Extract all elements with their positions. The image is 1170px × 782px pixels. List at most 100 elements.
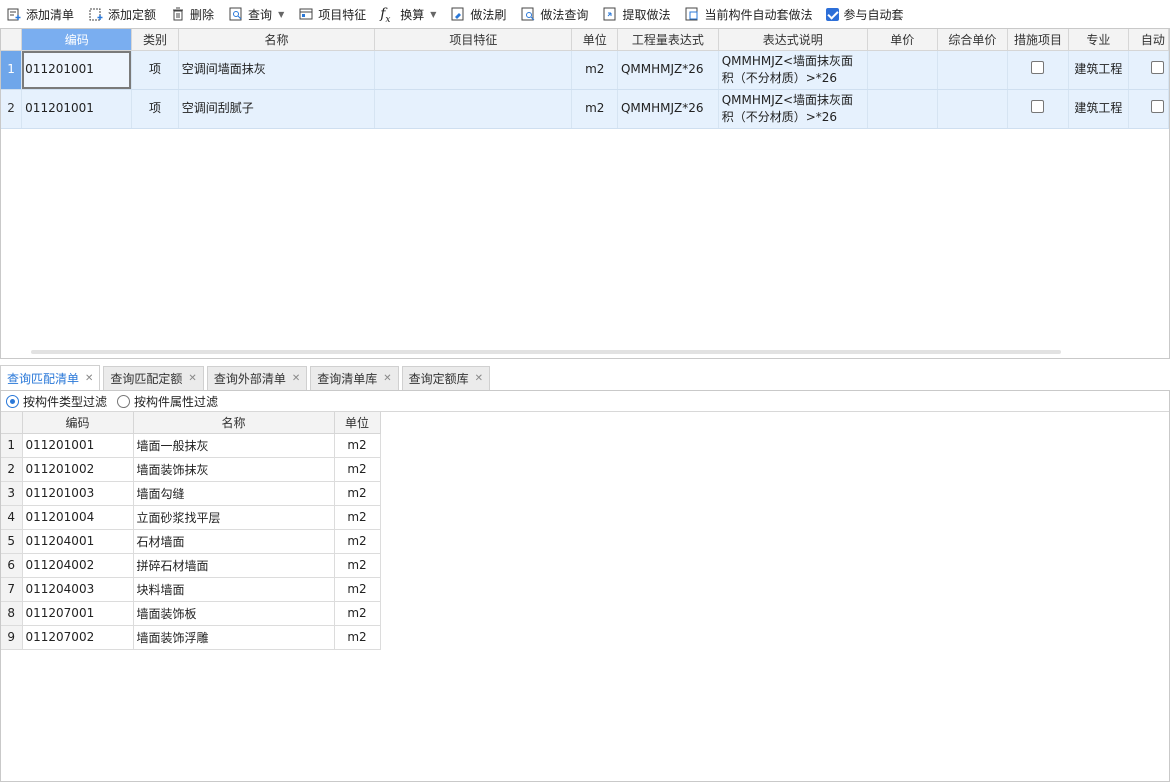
table-row[interactable]: 8 011207001 墙面装饰板 m2 — [1, 601, 381, 626]
close-icon[interactable]: ✕ — [188, 373, 196, 384]
cell-unit[interactable]: m2 — [334, 457, 381, 482]
measure-checkbox[interactable] — [1031, 60, 1045, 74]
cell-unit[interactable]: m2 — [334, 625, 381, 650]
cell-unit[interactable]: m2 — [334, 481, 381, 506]
delete-button[interactable]: 删除 — [170, 3, 222, 25]
cell-unit[interactable]: m2 — [571, 50, 618, 90]
cell-unit[interactable]: m2 — [334, 529, 381, 554]
cell-expr[interactable]: QMMHMJZ*26 — [617, 89, 719, 129]
cell-measure[interactable] — [1007, 89, 1069, 129]
cell-price[interactable] — [867, 50, 938, 90]
col-header-type[interactable]: 类别 — [131, 29, 179, 51]
cell-name[interactable]: 空调间刮腻子 — [178, 89, 376, 129]
cell-code[interactable]: 011207002 — [22, 625, 134, 650]
cell-expr[interactable]: QMMHMJZ*26 — [617, 50, 719, 90]
row-number[interactable]: 2 — [1, 89, 23, 129]
cell-code[interactable]: 011201004 — [22, 505, 134, 530]
method-query-button[interactable]: 做法查询 — [520, 3, 596, 25]
col-header-unit[interactable]: 单位 — [334, 412, 381, 434]
cell-code[interactable]: 011207001 — [22, 601, 134, 626]
close-icon[interactable]: ✕ — [85, 373, 93, 384]
table-row[interactable]: 9 011207002 墙面装饰浮雕 m2 — [1, 625, 381, 650]
col-header-major[interactable]: 专业 — [1068, 29, 1129, 51]
col-header-code[interactable]: 编码 — [22, 412, 134, 434]
col-header-desc[interactable]: 表达式说明 — [718, 29, 868, 51]
cell-name[interactable]: 石材墙面 — [133, 529, 335, 554]
tab-match-quota[interactable]: 查询匹配定额 ✕ — [103, 366, 204, 390]
cell-code[interactable]: 011201001 — [21, 89, 133, 129]
cell-major[interactable]: 建筑工程 — [1068, 50, 1129, 90]
convert-dropdown-icon[interactable]: ▼ — [430, 10, 436, 19]
cell-unit[interactable]: m2 — [334, 553, 381, 578]
horizontal-scrollbar[interactable] — [31, 350, 1061, 354]
auto-checkbox[interactable] — [1150, 99, 1164, 113]
col-header-name[interactable]: 名称 — [178, 29, 376, 51]
cell-name[interactable]: 块料墙面 — [133, 577, 335, 602]
cell-unit[interactable]: m2 — [571, 89, 618, 129]
cell-unit[interactable]: m2 — [334, 433, 381, 458]
filter-by-type-label[interactable]: 按构件类型过滤 — [23, 393, 107, 410]
query-dropdown-icon[interactable]: ▼ — [278, 10, 284, 19]
col-header-unit[interactable]: 单位 — [571, 29, 618, 51]
cell-name[interactable]: 立面砂浆找平层 — [133, 505, 335, 530]
cell-name[interactable]: 墙面装饰抹灰 — [133, 457, 335, 482]
table-row[interactable]: 2 011201001 项 空调间刮腻子 m2 QMMHMJZ*26 QMMHM… — [1, 89, 1169, 129]
convert-button[interactable]: fx 换算 ▼ — [380, 3, 444, 25]
col-header-measure[interactable]: 措施项目 — [1007, 29, 1069, 51]
tab-external-list[interactable]: 查询外部清单 ✕ — [206, 366, 308, 390]
tab-match-list[interactable]: 查询匹配清单 ✕ — [0, 365, 101, 390]
cell-name[interactable]: 墙面装饰板 — [133, 601, 335, 626]
cell-name[interactable]: 墙面一般抹灰 — [133, 433, 335, 458]
cell-comp-price[interactable] — [937, 50, 1009, 90]
cell-major[interactable]: 建筑工程 — [1068, 89, 1129, 129]
tab-quota-library[interactable]: 查询定额库 ✕ — [401, 366, 491, 390]
close-icon[interactable]: ✕ — [475, 373, 483, 384]
col-header-expr[interactable]: 工程量表达式 — [617, 29, 719, 51]
cell-type[interactable]: 项 — [131, 50, 179, 90]
cell-type[interactable]: 项 — [131, 89, 179, 129]
row-number[interactable]: 1 — [1, 50, 23, 90]
extract-method-button[interactable]: 提取做法 — [602, 3, 678, 25]
cell-unit[interactable]: m2 — [334, 601, 381, 626]
cell-unit[interactable]: m2 — [334, 577, 381, 602]
cell-unit[interactable]: m2 — [334, 505, 381, 530]
cell-measure[interactable] — [1007, 50, 1069, 90]
cell-comp-price[interactable] — [937, 89, 1009, 129]
cell-desc[interactable]: QMMHMJZ<墙面抹灰面 积（不分材质）>*26 — [718, 89, 868, 129]
join-auto-checkbox[interactable]: 参与自动套 — [826, 6, 903, 23]
join-auto-check-icon[interactable] — [826, 7, 840, 21]
measure-checkbox[interactable] — [1031, 99, 1045, 113]
close-icon[interactable]: ✕ — [292, 373, 300, 384]
cell-name[interactable]: 墙面装饰浮雕 — [133, 625, 335, 650]
method-brush-button[interactable]: 做法刷 — [450, 3, 514, 25]
table-row[interactable]: 6 011204002 拼碎石材墙面 m2 — [1, 553, 381, 578]
cell-code[interactable]: 011204002 — [22, 553, 134, 578]
cell-code[interactable]: 011201001 — [22, 433, 134, 458]
close-icon[interactable]: ✕ — [383, 373, 391, 384]
cell-code[interactable]: 011204001 — [22, 529, 134, 554]
auto-apply-button[interactable]: 当前构件自动套做法 — [684, 3, 820, 25]
cell-name[interactable]: 拼碎石材墙面 — [133, 553, 335, 578]
cell-code[interactable]: 011204003 — [22, 577, 134, 602]
table-row[interactable]: 1 011201001 墙面一般抹灰 m2 — [1, 433, 381, 458]
cell-name[interactable]: 空调间墙面抹灰 — [178, 50, 376, 90]
cell-price[interactable] — [867, 89, 938, 129]
tab-list-library[interactable]: 查询清单库 ✕ — [310, 366, 399, 390]
table-row[interactable]: 1 011201001 项 空调间墙面抹灰 m2 QMMHMJZ*26 QMMH… — [1, 50, 1169, 90]
table-row[interactable]: 7 011204003 块料墙面 m2 — [1, 577, 381, 602]
cell-code[interactable]: 011201001 — [21, 50, 133, 90]
auto-checkbox[interactable] — [1150, 60, 1164, 74]
col-header-auto[interactable]: 自动 — [1128, 29, 1169, 51]
col-header-name[interactable]: 名称 — [133, 412, 335, 434]
cell-name[interactable]: 墙面勾缝 — [133, 481, 335, 506]
cell-code[interactable]: 011201002 — [22, 457, 134, 482]
item-feature-button[interactable]: 项目特征 — [298, 3, 374, 25]
filter-by-attr-label[interactable]: 按构件属性过滤 — [134, 393, 218, 410]
col-header-code[interactable]: 编码 — [21, 29, 133, 51]
cell-desc[interactable]: QMMHMJZ<墙面抹灰面 积（不分材质）>*26 — [718, 50, 868, 90]
table-row[interactable]: 2 011201002 墙面装饰抹灰 m2 — [1, 457, 381, 482]
table-row[interactable]: 4 011201004 立面砂浆找平层 m2 — [1, 505, 381, 530]
filter-by-attr-radio[interactable] — [117, 394, 131, 408]
col-header-feature[interactable]: 项目特征 — [374, 29, 573, 51]
filter-by-type-radio[interactable] — [6, 394, 19, 408]
